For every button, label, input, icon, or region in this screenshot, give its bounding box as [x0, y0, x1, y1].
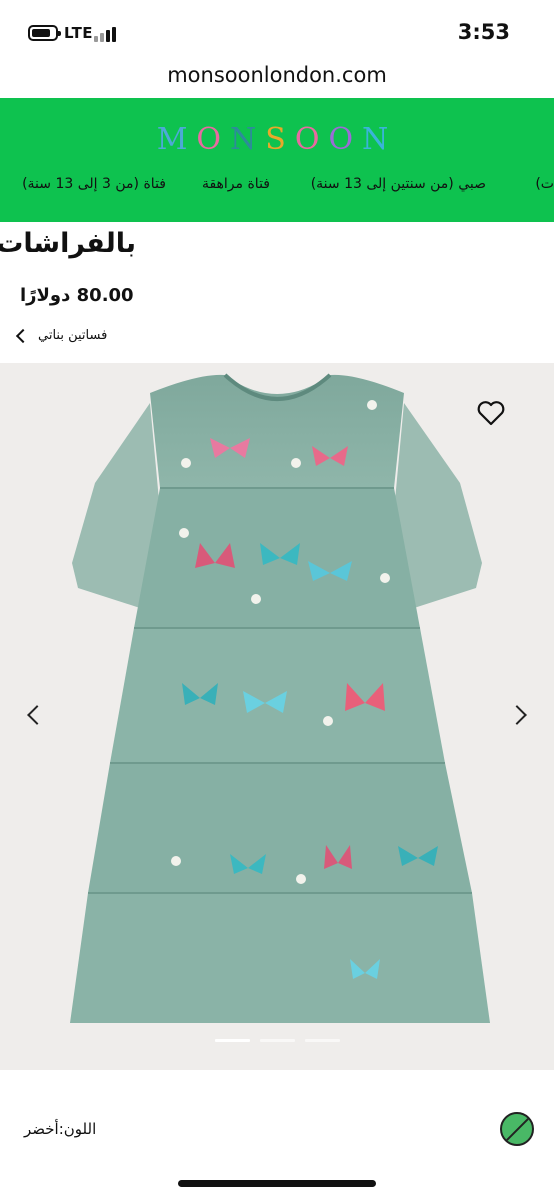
nav-item-teen-girls[interactable]: فتاة مراهقة	[202, 176, 270, 192]
nav-item-truncated[interactable]: ت)	[535, 176, 554, 192]
logo-letter: O	[196, 122, 231, 157]
product-price: 80.00 دولارًا	[20, 285, 134, 306]
breadcrumb-link[interactable]: فساتين بناتي	[38, 328, 107, 343]
color-label: اللون:أخضر	[24, 1120, 96, 1138]
product-title: بالفراشات	[0, 228, 136, 259]
signal-icon	[94, 26, 120, 42]
pagination-dot[interactable]	[215, 1039, 250, 1042]
logo-letter: O	[294, 122, 329, 157]
color-value: أخضر	[24, 1120, 59, 1138]
logo-letter: N	[362, 122, 398, 157]
product-image-gallery[interactable]	[0, 363, 554, 1070]
color-selector: اللون:أخضر	[0, 1070, 554, 1190]
network-type: LTE	[64, 24, 94, 42]
logo-letter: O	[328, 122, 363, 157]
battery-icon	[28, 25, 61, 41]
logo-letter: N	[230, 122, 266, 157]
gallery-pagination	[215, 1039, 340, 1042]
status-bar: LTE 3:53	[0, 0, 554, 64]
clock: 3:53	[457, 20, 510, 44]
monsoon-logo[interactable]: MONSOON	[0, 122, 554, 157]
color-swatch-green[interactable]	[500, 1112, 534, 1146]
address-bar[interactable]: monsoonlondon.com	[0, 60, 554, 98]
color-label-text: اللون:	[58, 1120, 97, 1138]
dress-image	[70, 373, 490, 1023]
logo-letter: S	[265, 122, 295, 157]
pagination-dot[interactable]	[260, 1039, 295, 1042]
chevron-left-icon	[15, 328, 31, 343]
category-nav: ت) صبي (من سنتين إلى 13 سنة) فتاة مراهقة…	[0, 176, 554, 200]
nav-item-girls[interactable]: فتاة (من 3 إلى 13 سنة)	[22, 176, 166, 192]
pagination-dot[interactable]	[305, 1039, 340, 1042]
heart-icon[interactable]	[477, 400, 505, 426]
home-indicator	[178, 1180, 376, 1187]
logo-letter: M	[156, 122, 197, 157]
breadcrumb[interactable]: فساتين بناتي	[15, 328, 107, 343]
site-header	[0, 98, 554, 222]
nav-item-boys[interactable]: صبي (من سنتين إلى 13 سنة)	[311, 176, 486, 192]
